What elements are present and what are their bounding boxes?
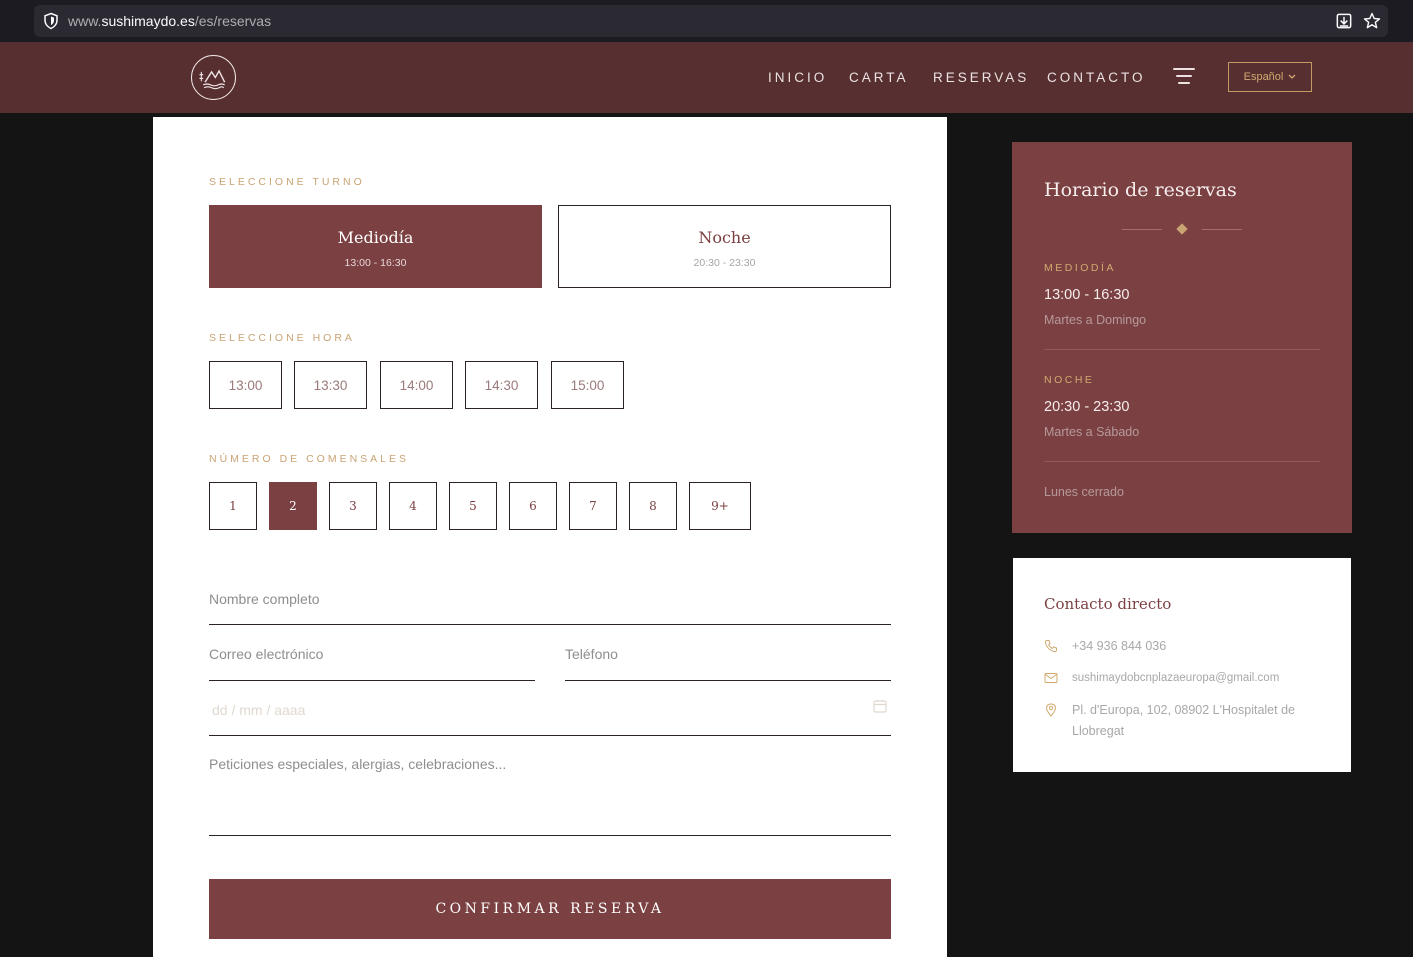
- noche-time: 20:30 - 23:30: [1044, 399, 1130, 415]
- notes-field[interactable]: Peticiones especiales, alergias, celebra…: [209, 750, 891, 836]
- mediodia-days: Martes a Domingo: [1044, 313, 1147, 327]
- location-icon: [1045, 703, 1057, 717]
- closed-note: Lunes cerrado: [1044, 485, 1124, 499]
- comensales-button[interactable]: 6: [509, 482, 557, 530]
- mediodia-label: MEDIODÍA: [1044, 262, 1116, 274]
- confirm-button[interactable]: CONFIRMAR RESERVA: [209, 879, 891, 939]
- contact-phone[interactable]: +34 936 844 036: [1072, 636, 1166, 657]
- date-field[interactable]: dd / mm / aaaa: [209, 695, 891, 736]
- turno-time: 20:30 - 23:30: [693, 257, 756, 269]
- comensales-label: NÚMERO DE COMENSALES: [209, 453, 410, 465]
- name-placeholder: Nombre completo: [209, 591, 320, 607]
- browser-toolbar: www.sushimaydo.es/es/reservas: [0, 0, 1413, 42]
- nav-inicio[interactable]: INICIO: [768, 70, 827, 85]
- calendar-icon[interactable]: [873, 699, 887, 713]
- comensales-button[interactable]: 1: [209, 482, 257, 530]
- schedule-card: Horario de reservas MEDIODÍA 13:00 - 16:…: [1012, 142, 1352, 533]
- schedule-separator: [1044, 349, 1320, 350]
- hora-button[interactable]: 15:00: [551, 361, 624, 409]
- contact-address-row: Pl. d'Europa, 102, 08902 L'Hospitalet de…: [1044, 702, 1334, 742]
- address-bar[interactable]: www.sushimaydo.es/es/reservas: [34, 5, 1388, 37]
- contact-title: Contacto directo: [1044, 595, 1172, 613]
- phone-placeholder: Teléfono: [565, 646, 618, 662]
- diamond-icon: [1176, 223, 1188, 235]
- phone-field[interactable]: Teléfono: [565, 639, 891, 681]
- contact-phone-row[interactable]: +34 936 844 036: [1044, 638, 1166, 657]
- hora-button[interactable]: 13:30: [294, 361, 367, 409]
- shield-icon[interactable]: [42, 12, 60, 30]
- comensales-button[interactable]: 3: [329, 482, 377, 530]
- url-path: /es/reservas: [194, 13, 272, 29]
- comensales-button[interactable]: 5: [449, 482, 497, 530]
- menu-icon[interactable]: [1173, 67, 1195, 85]
- comensales-button[interactable]: 2: [269, 482, 317, 530]
- contact-card: Contacto directo +34 936 844 036 sushima…: [1013, 558, 1351, 772]
- mail-icon: [1044, 673, 1058, 683]
- date-placeholder: dd / mm / aaaa: [212, 702, 306, 718]
- comensales-button[interactable]: 9+: [689, 482, 751, 530]
- nav-reservas[interactable]: RESERVAS: [933, 70, 1029, 85]
- hora-button[interactable]: 14:00: [380, 361, 453, 409]
- nav-contacto[interactable]: CONTACTO: [1047, 70, 1146, 85]
- url-text[interactable]: www.sushimaydo.es/es/reservas: [68, 13, 271, 29]
- hora-button[interactable]: 13:00: [209, 361, 282, 409]
- schedule-divider: [1122, 223, 1242, 235]
- comensales-button[interactable]: 4: [389, 482, 437, 530]
- hora-button[interactable]: 14:30: [465, 361, 538, 409]
- hora-label: SELECCIONE HORA: [209, 332, 355, 344]
- name-field[interactable]: Nombre completo: [209, 584, 891, 625]
- turno-label: SELECCIONE TURNO: [209, 176, 365, 188]
- phone-icon: [1044, 640, 1057, 653]
- star-icon[interactable]: [1362, 11, 1382, 31]
- nav-carta[interactable]: CARTA: [849, 70, 909, 85]
- turno-name: Noche: [698, 228, 751, 247]
- noche-label: NOCHE: [1044, 374, 1095, 386]
- url-prefix: www.: [68, 13, 102, 29]
- contact-email-row[interactable]: sushimaydobcnplazaeuropa@gmail.com: [1044, 670, 1279, 689]
- turno-name: Mediodía: [337, 228, 414, 247]
- turno-time: 13:00 - 16:30: [344, 257, 407, 269]
- site-header: INICIO CARTA RESERVAS CONTACTO Español: [0, 42, 1413, 113]
- schedule-title: Horario de reservas: [1044, 179, 1237, 201]
- email-field[interactable]: Correo electrónico: [209, 639, 535, 681]
- turno-noche-button[interactable]: Noche 20:30 - 23:30: [558, 205, 891, 288]
- comensales-button[interactable]: 8: [629, 482, 677, 530]
- url-domain: sushimaydo.es: [101, 13, 195, 29]
- download-icon[interactable]: [1334, 11, 1354, 31]
- mediodia-time: 13:00 - 16:30: [1044, 287, 1130, 303]
- email-placeholder: Correo electrónico: [209, 646, 324, 662]
- language-select[interactable]: Español: [1228, 62, 1312, 92]
- chevron-down-icon: [1288, 74, 1296, 79]
- contact-address: Pl. d'Europa, 102, 08902 L'Hospitalet de…: [1072, 703, 1295, 738]
- logo-icon[interactable]: [191, 55, 236, 100]
- schedule-separator: [1044, 461, 1320, 462]
- reservation-form: SELECCIONE TURNO Mediodía 13:00 - 16:30 …: [153, 117, 947, 957]
- language-label: Español: [1243, 71, 1284, 83]
- comensales-button[interactable]: 7: [569, 482, 617, 530]
- noche-days: Martes a Sábado: [1044, 425, 1140, 439]
- turno-mediodia-button[interactable]: Mediodía 13:00 - 16:30: [209, 205, 542, 288]
- contact-email[interactable]: sushimaydobcnplazaeuropa@gmail.com: [1072, 668, 1279, 689]
- notes-placeholder: Peticiones especiales, alergias, celebra…: [209, 756, 507, 772]
